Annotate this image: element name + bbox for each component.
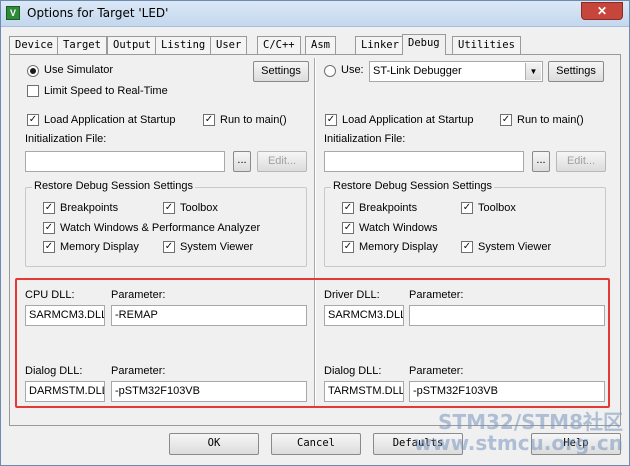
tab-linker[interactable]: Linker (355, 36, 405, 54)
window-title: Options for Target 'LED' (27, 6, 169, 20)
breakpoints-checkbox-right[interactable]: ✓ (342, 202, 354, 214)
tab-output[interactable]: Output (107, 36, 157, 54)
dll-highlight-box (15, 278, 610, 408)
toolbox-label-left: Toolbox (180, 202, 218, 214)
breakpoints-label-left: Breakpoints (60, 202, 119, 214)
title-bar: V Options for Target 'LED' ✕ (1, 1, 629, 27)
chevron-down-icon[interactable]: ▼ (525, 63, 541, 80)
init-file-input-right[interactable] (324, 151, 524, 172)
toolbox-checkbox-left[interactable]: ✓ (163, 202, 175, 214)
load-app-checkbox-left[interactable]: ✓ (27, 114, 39, 126)
watch-windows-label-left: Watch Windows & Performance Analyzer (60, 222, 261, 234)
edit-button-left[interactable]: Edit... (257, 151, 307, 172)
tab-device[interactable]: Device (9, 36, 59, 54)
watch-windows-checkbox-left[interactable]: ✓ (43, 222, 55, 234)
watch-windows-checkbox-right[interactable]: ✓ (342, 222, 354, 234)
init-file-label-left: Initialization File: (25, 133, 107, 145)
load-app-checkbox-right[interactable]: ✓ (325, 114, 337, 126)
restore-group-title-right: Restore Debug Session Settings (331, 180, 494, 192)
app-icon: V (6, 6, 20, 20)
memory-display-label-left: Memory Display (60, 241, 139, 253)
close-button[interactable]: ✕ (581, 2, 623, 20)
options-dialog: V Options for Target 'LED' ✕ Device Targ… (0, 0, 630, 466)
tab-user[interactable]: User (210, 36, 248, 54)
debugger-select[interactable]: ST-Link Debugger ▼ (369, 61, 543, 82)
use-simulator-label: Use Simulator (44, 64, 114, 76)
breakpoints-label-right: Breakpoints (359, 202, 418, 214)
load-app-label-right: Load Application at Startup (342, 114, 474, 126)
debugger-settings-button[interactable]: Settings (548, 61, 604, 82)
system-viewer-checkbox-right[interactable]: ✓ (461, 241, 473, 253)
use-debugger-radio[interactable] (324, 65, 336, 77)
simulator-settings-button[interactable]: Settings (253, 61, 309, 82)
limit-speed-checkbox[interactable] (27, 85, 39, 97)
init-file-input-left[interactable] (25, 151, 225, 172)
restore-group-title-left: Restore Debug Session Settings (32, 180, 195, 192)
tab-target[interactable]: Target (57, 36, 107, 54)
watch-windows-label-right: Watch Windows (359, 222, 438, 234)
browse-button-right[interactable]: ... (532, 151, 550, 172)
run-to-main-label-left: Run to main() (220, 114, 287, 126)
system-viewer-checkbox-left[interactable]: ✓ (163, 241, 175, 253)
breakpoints-checkbox-left[interactable]: ✓ (43, 202, 55, 214)
run-to-main-checkbox-left[interactable]: ✓ (203, 114, 215, 126)
tab-debug[interactable]: Debug (402, 34, 446, 55)
tab-utilities[interactable]: Utilities (452, 36, 521, 54)
toolbox-checkbox-right[interactable]: ✓ (461, 202, 473, 214)
system-viewer-label-right: System Viewer (478, 241, 552, 253)
ok-button[interactable]: OK (169, 433, 259, 455)
load-app-label-left: Load Application at Startup (44, 114, 176, 126)
memory-display-checkbox-left[interactable]: ✓ (43, 241, 55, 253)
tab-listing[interactable]: Listing (155, 36, 212, 54)
tab-c-cpp[interactable]: C/C++ (257, 36, 301, 54)
use-simulator-radio[interactable] (27, 65, 39, 77)
memory-display-label-right: Memory Display (359, 241, 438, 253)
limit-speed-label: Limit Speed to Real-Time (44, 85, 168, 97)
memory-display-checkbox-right[interactable]: ✓ (342, 241, 354, 253)
system-viewer-label-left: System Viewer (180, 241, 254, 253)
toolbox-label-right: Toolbox (478, 202, 516, 214)
browse-button-left[interactable]: ... (233, 151, 251, 172)
watermark-line-2: www.stmcu.org.cn (413, 431, 623, 455)
tab-asm[interactable]: Asm (305, 36, 336, 54)
use-label: Use: (341, 64, 364, 76)
run-to-main-checkbox-right[interactable]: ✓ (500, 114, 512, 126)
edit-button-right[interactable]: Edit... (556, 151, 606, 172)
init-file-label-right: Initialization File: (324, 133, 406, 145)
cancel-button[interactable]: Cancel (271, 433, 361, 455)
debugger-select-value: ST-Link Debugger (373, 65, 462, 77)
run-to-main-label-right: Run to main() (517, 114, 584, 126)
